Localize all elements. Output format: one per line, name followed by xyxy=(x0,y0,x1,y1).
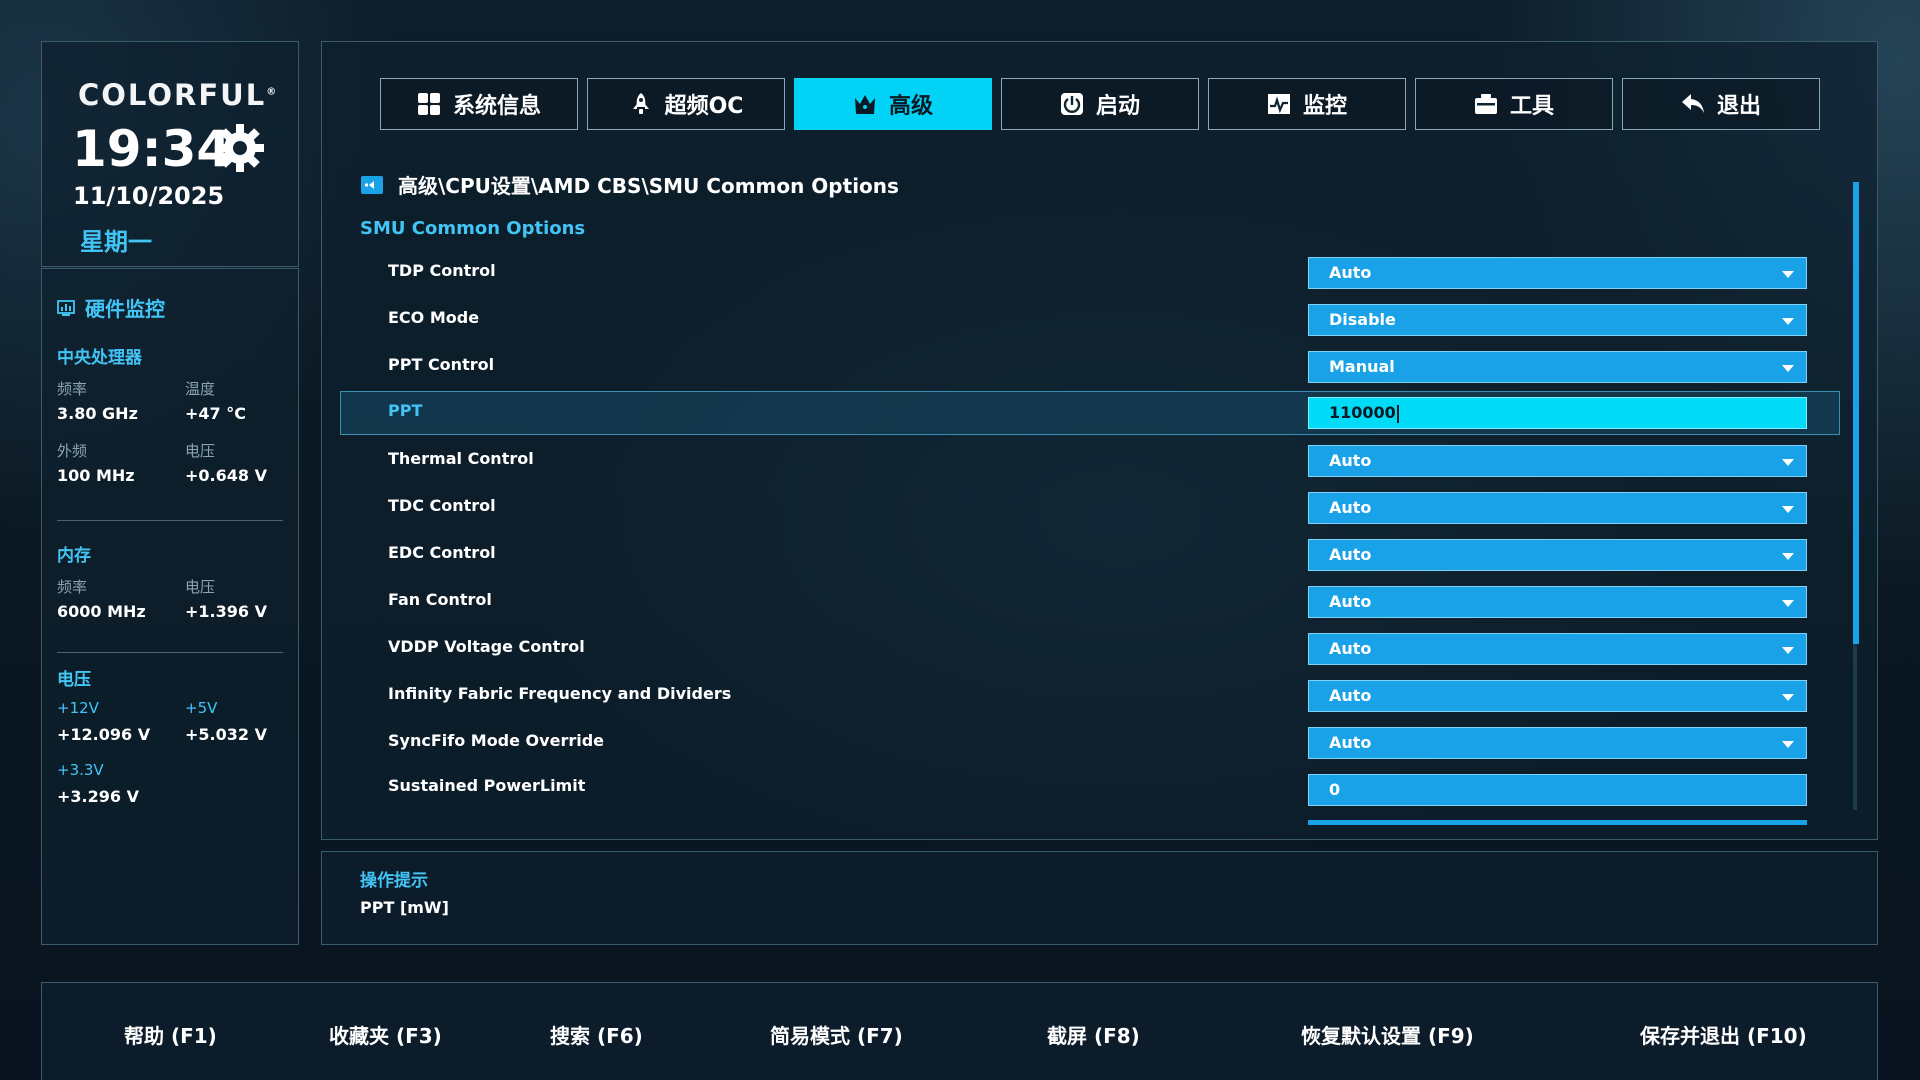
dropdown-arrow-icon xyxy=(1782,459,1794,466)
clock-panel: COLORFUL® 19:34 11/10/2025 星期一 xyxy=(41,41,299,267)
mem-volt-value: +1.396 V xyxy=(185,602,267,621)
tdc-control-dropdown[interactable]: Auto xyxy=(1308,492,1807,524)
tab-exit[interactable]: 退出 xyxy=(1622,78,1820,130)
return-icon xyxy=(1681,94,1704,113)
ppt-control-dropdown[interactable]: Manual xyxy=(1308,351,1807,383)
cpu-freq-label: 频率 xyxy=(57,380,88,398)
fan-control-dropdown[interactable]: Auto xyxy=(1308,586,1807,618)
memory-section-title: 内存 xyxy=(57,546,91,566)
navigation-icon xyxy=(361,175,383,194)
v12-label: +12V xyxy=(57,699,99,717)
setting-row-vddp-voltage-control[interactable]: VDDP Voltage Control Auto xyxy=(340,626,1840,670)
screenshot-button[interactable]: 截屏 (F8) xyxy=(1047,1020,1140,1049)
dropdown-arrow-icon xyxy=(1782,553,1794,560)
dropdown-arrow-icon xyxy=(1782,318,1794,325)
setting-row-infinity-fabric[interactable]: Infinity Fabric Frequency and Dividers A… xyxy=(340,673,1840,717)
footer-bar: 帮助 (F1) 收藏夹 (F3) 搜索 (F6) 简易模式 (F7) 截屏 (F… xyxy=(41,982,1878,1080)
cpu-temp-label: 温度 xyxy=(185,380,216,398)
dropdown-arrow-icon xyxy=(1782,647,1794,654)
main-panel: 系统信息 超频OC 高级 启动 监控 工具 退出 高级\CPU设置\AMD CB… xyxy=(321,41,1878,840)
sustained-powerlimit-input[interactable]: 0 xyxy=(1308,774,1807,806)
colorful-logo: COLORFUL® xyxy=(78,78,279,112)
tab-overclock[interactable]: 超频OC xyxy=(587,78,785,130)
cpu-temp-value: +47 °C xyxy=(185,404,246,423)
v33-label: +3.3V xyxy=(57,761,104,779)
v33-value: +3.296 V xyxy=(57,787,139,806)
ppt-value-input[interactable]: 110000 xyxy=(1308,397,1807,429)
next-row-partial xyxy=(1308,820,1807,825)
settings-gear-icon[interactable] xyxy=(212,120,268,176)
setting-row-thermal-control[interactable]: Thermal Control Auto xyxy=(340,438,1840,482)
vddp-voltage-control-dropdown[interactable]: Auto xyxy=(1308,633,1807,665)
clock-weekday: 星期一 xyxy=(80,228,152,256)
dropdown-arrow-icon xyxy=(1782,365,1794,372)
section-title: SMU Common Options xyxy=(360,218,586,239)
grid-icon xyxy=(417,93,440,115)
mem-volt-label: 电压 xyxy=(185,578,216,596)
easy-mode-button[interactable]: 简易模式 (F7) xyxy=(770,1020,903,1049)
cpu-bclk-label: 外频 xyxy=(57,442,88,460)
crown-icon xyxy=(854,95,875,114)
edc-control-dropdown[interactable]: Auto xyxy=(1308,539,1807,571)
dropdown-arrow-icon xyxy=(1782,694,1794,701)
setting-row-sustained-powerlimit[interactable]: Sustained PowerLimit 0 xyxy=(340,767,1840,811)
clock-date: 11/10/2025 xyxy=(73,182,225,210)
divider xyxy=(57,520,283,521)
tdp-control-dropdown[interactable]: Auto xyxy=(1308,257,1807,289)
power-icon xyxy=(1060,93,1083,115)
cpu-volt-value: +0.648 V xyxy=(185,466,267,485)
save-exit-button[interactable]: 保存并退出 (F10) xyxy=(1640,1020,1807,1049)
hint-text: PPT [mW] xyxy=(360,898,449,917)
tab-system-info[interactable]: 系统信息 xyxy=(380,78,578,130)
setting-row-ppt[interactable]: PPT 110000 xyxy=(340,391,1840,435)
hint-title: 操作提示 xyxy=(360,871,428,891)
setting-row-tdc-control[interactable]: TDC Control Auto xyxy=(340,485,1840,529)
syncfifo-mode-dropdown[interactable]: Auto xyxy=(1308,727,1807,759)
setting-row-fan-control[interactable]: Fan Control Auto xyxy=(340,579,1840,623)
tab-boot[interactable]: 启动 xyxy=(1001,78,1199,130)
monitor-chart-icon xyxy=(1267,94,1290,114)
cpu-freq-value: 3.80 GHz xyxy=(57,404,138,423)
dropdown-arrow-icon xyxy=(1782,741,1794,748)
hardware-monitor-title: 硬件监控 xyxy=(57,293,165,322)
cpu-bclk-value: 100 MHz xyxy=(57,466,135,485)
dropdown-arrow-icon xyxy=(1782,506,1794,513)
v5-label: +5V xyxy=(185,699,218,717)
mem-freq-value: 6000 MHz xyxy=(57,602,146,621)
dropdown-arrow-icon xyxy=(1782,600,1794,607)
hint-panel: 操作提示 PPT [mW] xyxy=(321,851,1878,945)
text-caret xyxy=(1396,404,1399,423)
setting-row-edc-control[interactable]: EDC Control Auto xyxy=(340,532,1840,576)
monitor-icon xyxy=(57,299,75,316)
mem-freq-label: 频率 xyxy=(57,578,88,596)
scrollbar-thumb[interactable] xyxy=(1853,182,1859,644)
setting-row-eco-mode[interactable]: ECO Mode Disable xyxy=(340,297,1840,341)
search-button[interactable]: 搜索 (F6) xyxy=(550,1020,643,1049)
favorites-button[interactable]: 收藏夹 (F3) xyxy=(329,1020,442,1049)
breadcrumb: 高级\CPU设置\AMD CBS\SMU Common Options xyxy=(360,170,899,199)
tab-advanced[interactable]: 高级 xyxy=(794,78,992,130)
tab-monitor[interactable]: 监控 xyxy=(1208,78,1406,130)
help-button[interactable]: 帮助 (F1) xyxy=(124,1020,217,1049)
infinity-fabric-dropdown[interactable]: Auto xyxy=(1308,680,1807,712)
dropdown-arrow-icon xyxy=(1782,271,1794,278)
clock-time: 19:34 xyxy=(72,120,232,178)
divider xyxy=(57,652,283,653)
tab-tools[interactable]: 工具 xyxy=(1415,78,1613,130)
cpu-volt-label: 电压 xyxy=(185,442,216,460)
setting-row-syncfifo-mode[interactable]: SyncFifo Mode Override Auto xyxy=(340,720,1840,764)
toolbox-icon xyxy=(1474,94,1497,114)
setting-row-ppt-control[interactable]: PPT Control Manual xyxy=(340,344,1840,388)
v12-value: +12.096 V xyxy=(57,725,151,744)
v5-value: +5.032 V xyxy=(185,725,267,744)
hardware-monitor-panel: 硬件监控 中央处理器 频率 温度 3.80 GHz +47 °C 外频 电压 1… xyxy=(41,268,299,945)
cpu-section-title: 中央处理器 xyxy=(57,348,142,368)
rocket-icon xyxy=(632,93,649,114)
eco-mode-dropdown[interactable]: Disable xyxy=(1308,304,1807,336)
load-defaults-button[interactable]: 恢复默认设置 (F9) xyxy=(1301,1020,1474,1049)
thermal-control-dropdown[interactable]: Auto xyxy=(1308,445,1807,477)
voltage-section-title: 电压 xyxy=(57,670,91,690)
setting-row-tdp-control[interactable]: TDP Control Auto xyxy=(340,250,1840,294)
